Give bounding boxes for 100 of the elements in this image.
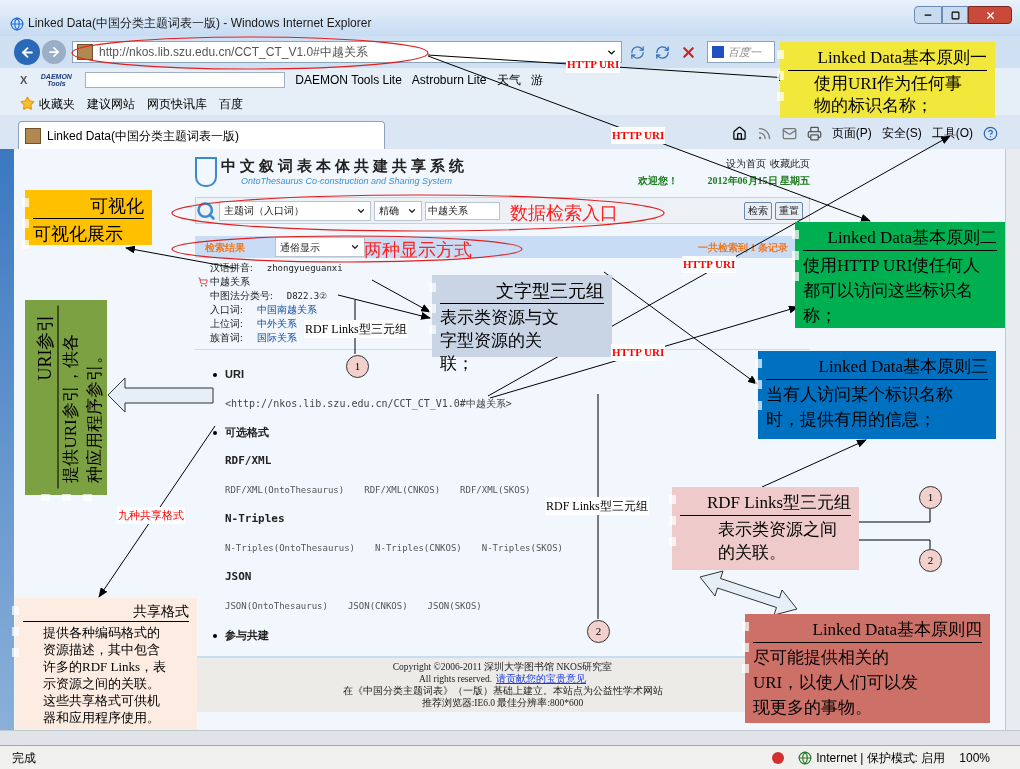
- callout-text: 表示类资源之间的关联。: [717, 519, 838, 564]
- handle-mark: [429, 283, 436, 292]
- callout-text: 使用HTTP URI使任何人都可以访问这些标识名称；: [803, 255, 982, 327]
- command-menu[interactable]: 安全(S): [881, 124, 922, 142]
- toolbar-dropdown[interactable]: [85, 72, 286, 88]
- handle-mark: [12, 606, 19, 615]
- handle-mark: [792, 251, 799, 260]
- handle-mark: [777, 50, 784, 59]
- magnifier-icon: [196, 200, 216, 221]
- toolbar-item[interactable]: Astroburn Lite: [411, 71, 487, 89]
- zone-text: Internet | 保护模式: 启用: [816, 749, 946, 767]
- format-link[interactable]: JSON(OntoThesaurus): [225, 599, 328, 614]
- term-label: 族首词:: [210, 331, 243, 345]
- command-menu[interactable]: 页面(P): [831, 124, 872, 142]
- match-dropdown[interactable]: 精确: [374, 200, 422, 221]
- callout-title: Linked Data基本原则一: [788, 46, 987, 71]
- callout-title: Linked Data基本原则四: [753, 618, 982, 643]
- uri-text: <http://nkos.lib.szu.edu.cn/CCT_CT_V1.0#中越关系>: [225, 397, 512, 411]
- format-link[interactable]: N-Triples(CNKOS): [375, 541, 462, 556]
- toolbar-item[interactable]: DAEMON Tools Lite: [295, 71, 402, 89]
- toolbar-item[interactable]: 游: [530, 71, 543, 89]
- handle-mark: [792, 230, 799, 239]
- forward-button[interactable]: [42, 40, 66, 64]
- handle-mark: [792, 272, 799, 281]
- back-button[interactable]: [14, 39, 40, 65]
- search-button[interactable]: 重置: [775, 201, 803, 220]
- refresh-icon: [655, 44, 670, 60]
- annotation-label: RDF Links型三元组: [304, 320, 408, 338]
- toolbar-item[interactable]: 天气: [496, 71, 521, 89]
- callout-title: URI参引: [31, 305, 59, 489]
- home-icon[interactable]: [731, 125, 747, 141]
- callout-title: Linked Data基本原则三: [766, 355, 988, 380]
- callout-title: RDF Links型三元组: [680, 491, 851, 516]
- handle-mark: [742, 664, 749, 673]
- printer-icon[interactable]: [806, 125, 822, 141]
- handle-mark: [83, 494, 92, 501]
- search-button[interactable]: 检索: [744, 201, 772, 220]
- format-link[interactable]: JSON(CNKOS): [347, 599, 408, 614]
- handle-mark: [22, 198, 29, 207]
- term-value: D822.3②: [286, 290, 328, 303]
- callout-text: 使用URI作为任何事物的标识名称；: [813, 73, 964, 117]
- format-link[interactable]: JSON(SKOS): [427, 599, 482, 614]
- annotation-label: 数据检索入口: [510, 202, 618, 225]
- callout-title: 共享格式: [23, 602, 189, 622]
- term-link[interactable]: 国际关系: [256, 331, 297, 345]
- bullet-icon: [213, 633, 217, 638]
- favorite-link[interactable]: 建议网站: [87, 94, 135, 113]
- format-link[interactable]: N-Triples(OntoThesaurus): [225, 541, 356, 556]
- format-heading: RDF/XML: [225, 453, 272, 470]
- welcome-text: 欢迎您！: [637, 174, 678, 188]
- annotation-label: HTTP URI: [611, 127, 666, 144]
- section-heading: 可选格式: [225, 425, 269, 441]
- maximize-button[interactable]: [942, 6, 968, 24]
- favorites-button[interactable]: 收藏夹: [39, 94, 75, 113]
- header-link[interactable]: 设为首页: [726, 156, 766, 171]
- format-link[interactable]: RDF/XML(SKOS): [460, 483, 531, 498]
- minimize-button[interactable]: [914, 6, 942, 24]
- annotation-label: 两种显示方式: [364, 239, 472, 262]
- header-link[interactable]: 收藏此页: [770, 156, 810, 171]
- term-link[interactable]: 中外关系: [256, 317, 297, 331]
- browser-text: 推荐浏览器:IE6.0 最佳分辨率:800*600: [421, 697, 584, 709]
- callout-title: 可视化: [33, 194, 144, 219]
- callout-text: 尽可能提供相关的URI，以使人们可以发现更多的事物。: [753, 647, 920, 719]
- blocked-icon: [772, 751, 785, 764]
- copyright-text: Copyright ©2006-2011 深圳大学图书馆 NKOS研究室: [392, 661, 613, 673]
- bullet-icon: [213, 430, 217, 435]
- callout-title: Linked Data基本原则二: [803, 226, 997, 251]
- term-link[interactable]: 中国南越关系: [256, 303, 317, 317]
- vertical-scrollbar[interactable]: [1005, 149, 1020, 730]
- close-button[interactable]: [968, 6, 1012, 24]
- star-icon: [20, 96, 35, 111]
- format-link[interactable]: N-Triples(SKOS): [481, 541, 564, 556]
- format-link[interactable]: RDF/XML(OntoThesaurus): [225, 483, 345, 498]
- mail-icon[interactable]: [781, 125, 797, 141]
- handle-mark: [755, 359, 762, 368]
- zoom-control[interactable]: 100%: [959, 748, 990, 767]
- bullet-icon: [213, 372, 217, 377]
- display-dropdown[interactable]: 通俗显示: [275, 237, 365, 257]
- maximize-icon: [950, 10, 960, 20]
- search-field[interactable]: 百度一: [707, 41, 775, 63]
- favorite-link[interactable]: 百度: [219, 94, 243, 113]
- term-heading: 中越关系: [210, 275, 250, 289]
- annotation-label: HTTP URI: [682, 256, 737, 273]
- toolbar-close: X: [20, 72, 28, 88]
- field-dropdown[interactable]: 主题词（入口词）: [219, 200, 371, 221]
- browser-tab[interactable]: Linked Data(中国分类主题词表一版): [18, 121, 385, 149]
- format-heading: JSON: [225, 569, 252, 586]
- callout-text: 可视化展示: [33, 223, 124, 246]
- query-field[interactable]: 中越关系: [425, 201, 500, 220]
- feed-icon[interactable]: [756, 125, 772, 141]
- help-icon[interactable]: [983, 125, 998, 141]
- term-label: 入口词:: [210, 303, 243, 317]
- handle-mark: [429, 304, 436, 313]
- handle-mark: [777, 92, 784, 101]
- horizontal-scrollbar[interactable]: [0, 730, 1020, 745]
- favorite-link[interactable]: 网页快讯库: [147, 94, 207, 113]
- format-link[interactable]: RDF/XML(CNKOS): [364, 483, 441, 498]
- annotation-label: 九种共享格式: [117, 507, 185, 524]
- handle-mark: [429, 325, 436, 334]
- feedback-link[interactable]: 请贡献您的宝贵意见: [496, 673, 587, 685]
